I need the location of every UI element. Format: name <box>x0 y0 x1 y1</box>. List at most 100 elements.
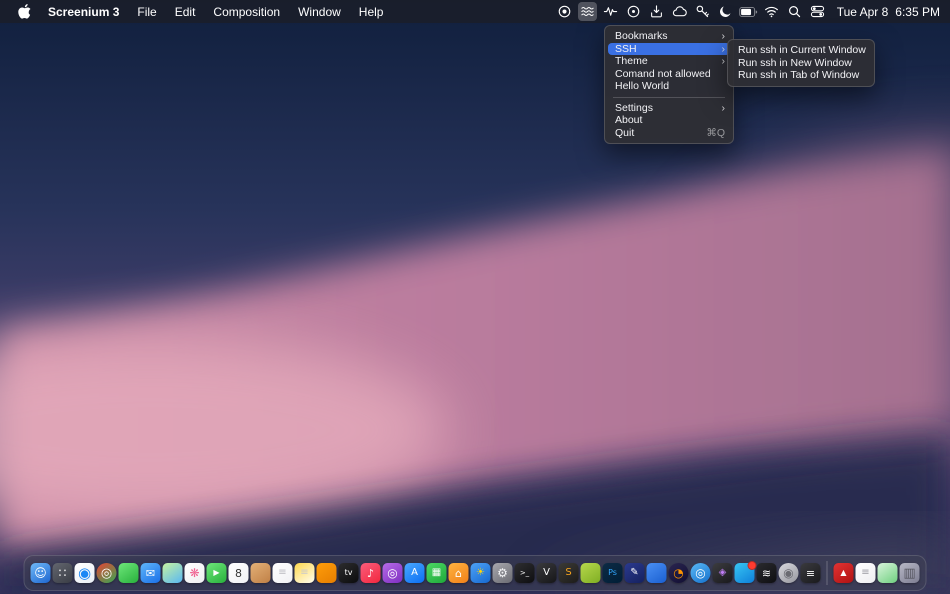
dock-disc-app-icon[interactable]: ◉ <box>778 563 799 583</box>
dock-acrobat-icon[interactable]: ▲ <box>833 563 854 583</box>
menu-file[interactable]: File <box>128 5 165 19</box>
dock-screenium-icon[interactable]: ≋ <box>756 563 777 583</box>
cloud-icon[interactable] <box>670 2 689 21</box>
wifi-icon[interactable] <box>762 2 781 21</box>
menu-edit[interactable]: Edit <box>166 5 205 19</box>
lines-app-glyph: ≡ <box>805 566 816 580</box>
menu-item-hello-world[interactable]: Hello World <box>608 80 730 93</box>
submenu-item-run-ssh-in-tab-of-window[interactable]: Run ssh in Tab of Window <box>731 69 871 82</box>
menu-help[interactable]: Help <box>350 5 393 19</box>
acrobat-glyph: ▲ <box>840 568 847 577</box>
activity-icon[interactable] <box>601 2 620 21</box>
dock-app-store-icon[interactable]: A <box>404 563 425 583</box>
app-menu-title[interactable]: Screenium 3 <box>39 5 128 19</box>
menu-item-settings[interactable]: Settings › <box>608 102 730 115</box>
wallpaper-graphic <box>0 0 950 594</box>
dock-finder-icon[interactable]: ☺ <box>30 563 51 583</box>
dock-code-editor-icon[interactable]: S <box>558 563 579 583</box>
spotlight-search-icon[interactable] <box>785 2 804 21</box>
dock-photos-icon[interactable]: ❋ <box>184 563 205 583</box>
menu-item-ssh[interactable]: SSH › <box>608 42 730 55</box>
app-store-glyph: A <box>411 567 418 578</box>
dock-lines-app-icon[interactable]: ≡ <box>800 563 821 583</box>
menu-item-comand-not-allowed[interactable]: Comand not allowed <box>608 68 730 81</box>
dock-trash-icon[interactable]: ▥ <box>899 563 920 583</box>
weather-glyph: ☀ <box>476 567 485 578</box>
dock-reminders-icon[interactable]: ≡ <box>272 563 293 583</box>
dock-calendar-icon[interactable]: 8 <box>228 563 249 583</box>
control-center-icon[interactable] <box>808 2 827 21</box>
menubar-status <box>555 2 827 21</box>
dock-messages-icon[interactable] <box>118 563 139 583</box>
chrome-glyph: ◎ <box>100 565 113 581</box>
dock-launchpad-icon[interactable]: ∷ <box>52 563 73 583</box>
dock-chat-app-icon[interactable] <box>734 561 757 583</box>
menu-item-label: Bookmarks <box>615 30 668 42</box>
menu-composition[interactable]: Composition <box>204 5 289 19</box>
menu-separator <box>613 96 725 98</box>
dock-video-app-icon[interactable]: V <box>536 563 557 583</box>
disc-icon[interactable] <box>624 2 643 21</box>
clock-time: 6:35 PM <box>895 4 940 19</box>
menu-item-quit[interactable]: Quit ⌘Q <box>608 127 730 140</box>
browser-glyph: ◎ <box>695 566 706 580</box>
dock-maps-icon[interactable] <box>162 563 183 583</box>
dock-numbers-icon[interactable]: ▦ <box>426 563 447 583</box>
video-app-glyph: V <box>543 567 550 578</box>
dock-chrome-icon[interactable]: ◎ <box>96 563 117 583</box>
dock-firefox-icon[interactable]: ◔ <box>668 563 689 583</box>
dock-tv-icon[interactable]: tv <box>338 563 359 583</box>
dock-app-blue-icon[interactable] <box>646 563 667 583</box>
chevron-right-icon: › <box>721 55 726 67</box>
trash-glyph: ▥ <box>903 565 916 581</box>
dock-mail-icon[interactable]: ✉ <box>140 563 161 583</box>
photos-glyph: ❋ <box>189 566 200 580</box>
menu-window[interactable]: Window <box>289 5 350 19</box>
dock-app-green-white-icon[interactable] <box>877 563 898 583</box>
menu-item-bookmarks[interactable]: Bookmarks › <box>608 30 730 43</box>
dock-final-cut-icon[interactable]: ◈ <box>712 563 733 583</box>
dock-design-app-icon[interactable]: ✎ <box>624 563 645 583</box>
final-cut-glyph: ◈ <box>718 567 727 578</box>
screenium-glyph: ≋ <box>761 566 772 580</box>
screen-record-icon[interactable] <box>555 2 574 21</box>
menubar-right: Tue Apr 8 6:35 PM <box>555 2 950 21</box>
safari-glyph: ◉ <box>77 563 92 582</box>
dock-app-green-icon[interactable] <box>580 563 601 583</box>
menubar-clock[interactable]: Tue Apr 8 6:35 PM <box>837 5 940 19</box>
dock-photoshop-icon[interactable]: Ps <box>602 563 623 583</box>
battery-icon[interactable] <box>738 2 758 21</box>
submenu-item-label: Run ssh in Current Window <box>738 44 866 56</box>
dock-textedit-icon[interactable]: ≡ <box>855 563 876 583</box>
submenu-item-run-ssh-in-current-window[interactable]: Run ssh in Current Window <box>731 44 871 57</box>
chevron-right-icon: › <box>721 42 726 55</box>
menu-item-theme[interactable]: Theme › <box>608 55 730 68</box>
focus-moon-icon[interactable] <box>716 2 735 21</box>
notes-glyph: ≡ <box>300 567 309 578</box>
system-settings-glyph: ⚙ <box>497 566 508 580</box>
key-icon[interactable] <box>693 2 712 21</box>
dock-home-icon[interactable]: ⌂ <box>448 563 469 583</box>
menu-item-about[interactable]: About <box>608 114 730 127</box>
launchpad-glyph: ∷ <box>58 566 67 580</box>
dock-safari-icon[interactable]: ◉ <box>74 563 95 583</box>
dock-podcasts-icon[interactable]: ◎ <box>382 563 403 583</box>
apple-menu-icon[interactable] <box>10 4 39 19</box>
dock-terminal-icon[interactable]: >_ <box>514 563 535 583</box>
import-icon[interactable] <box>647 2 666 21</box>
podcasts-glyph: ◎ <box>387 566 398 580</box>
dock-contacts-icon[interactable] <box>250 563 271 583</box>
textedit-glyph: ≡ <box>861 567 870 578</box>
dock-weather-icon[interactable]: ☀ <box>470 563 491 583</box>
submenu-item-run-ssh-in-new-window[interactable]: Run ssh in New Window <box>731 57 871 70</box>
chevron-right-icon: › <box>721 30 726 42</box>
ssh-menu-waves-icon[interactable] <box>577 2 597 21</box>
dock-system-settings-icon[interactable]: ⚙ <box>492 563 513 583</box>
dock-notes-icon[interactable]: ≡ <box>294 563 315 583</box>
dock-browser-icon[interactable]: ◎ <box>690 563 711 583</box>
dock-music-icon[interactable]: ♪ <box>360 563 381 583</box>
desktop[interactable]: Screenium 3 File Edit Composition Window Hel… <box>0 0 950 594</box>
dock-facetime-icon[interactable]: ▶ <box>206 563 227 583</box>
notification-badge <box>747 561 757 570</box>
dock-books-icon[interactable] <box>316 563 337 583</box>
